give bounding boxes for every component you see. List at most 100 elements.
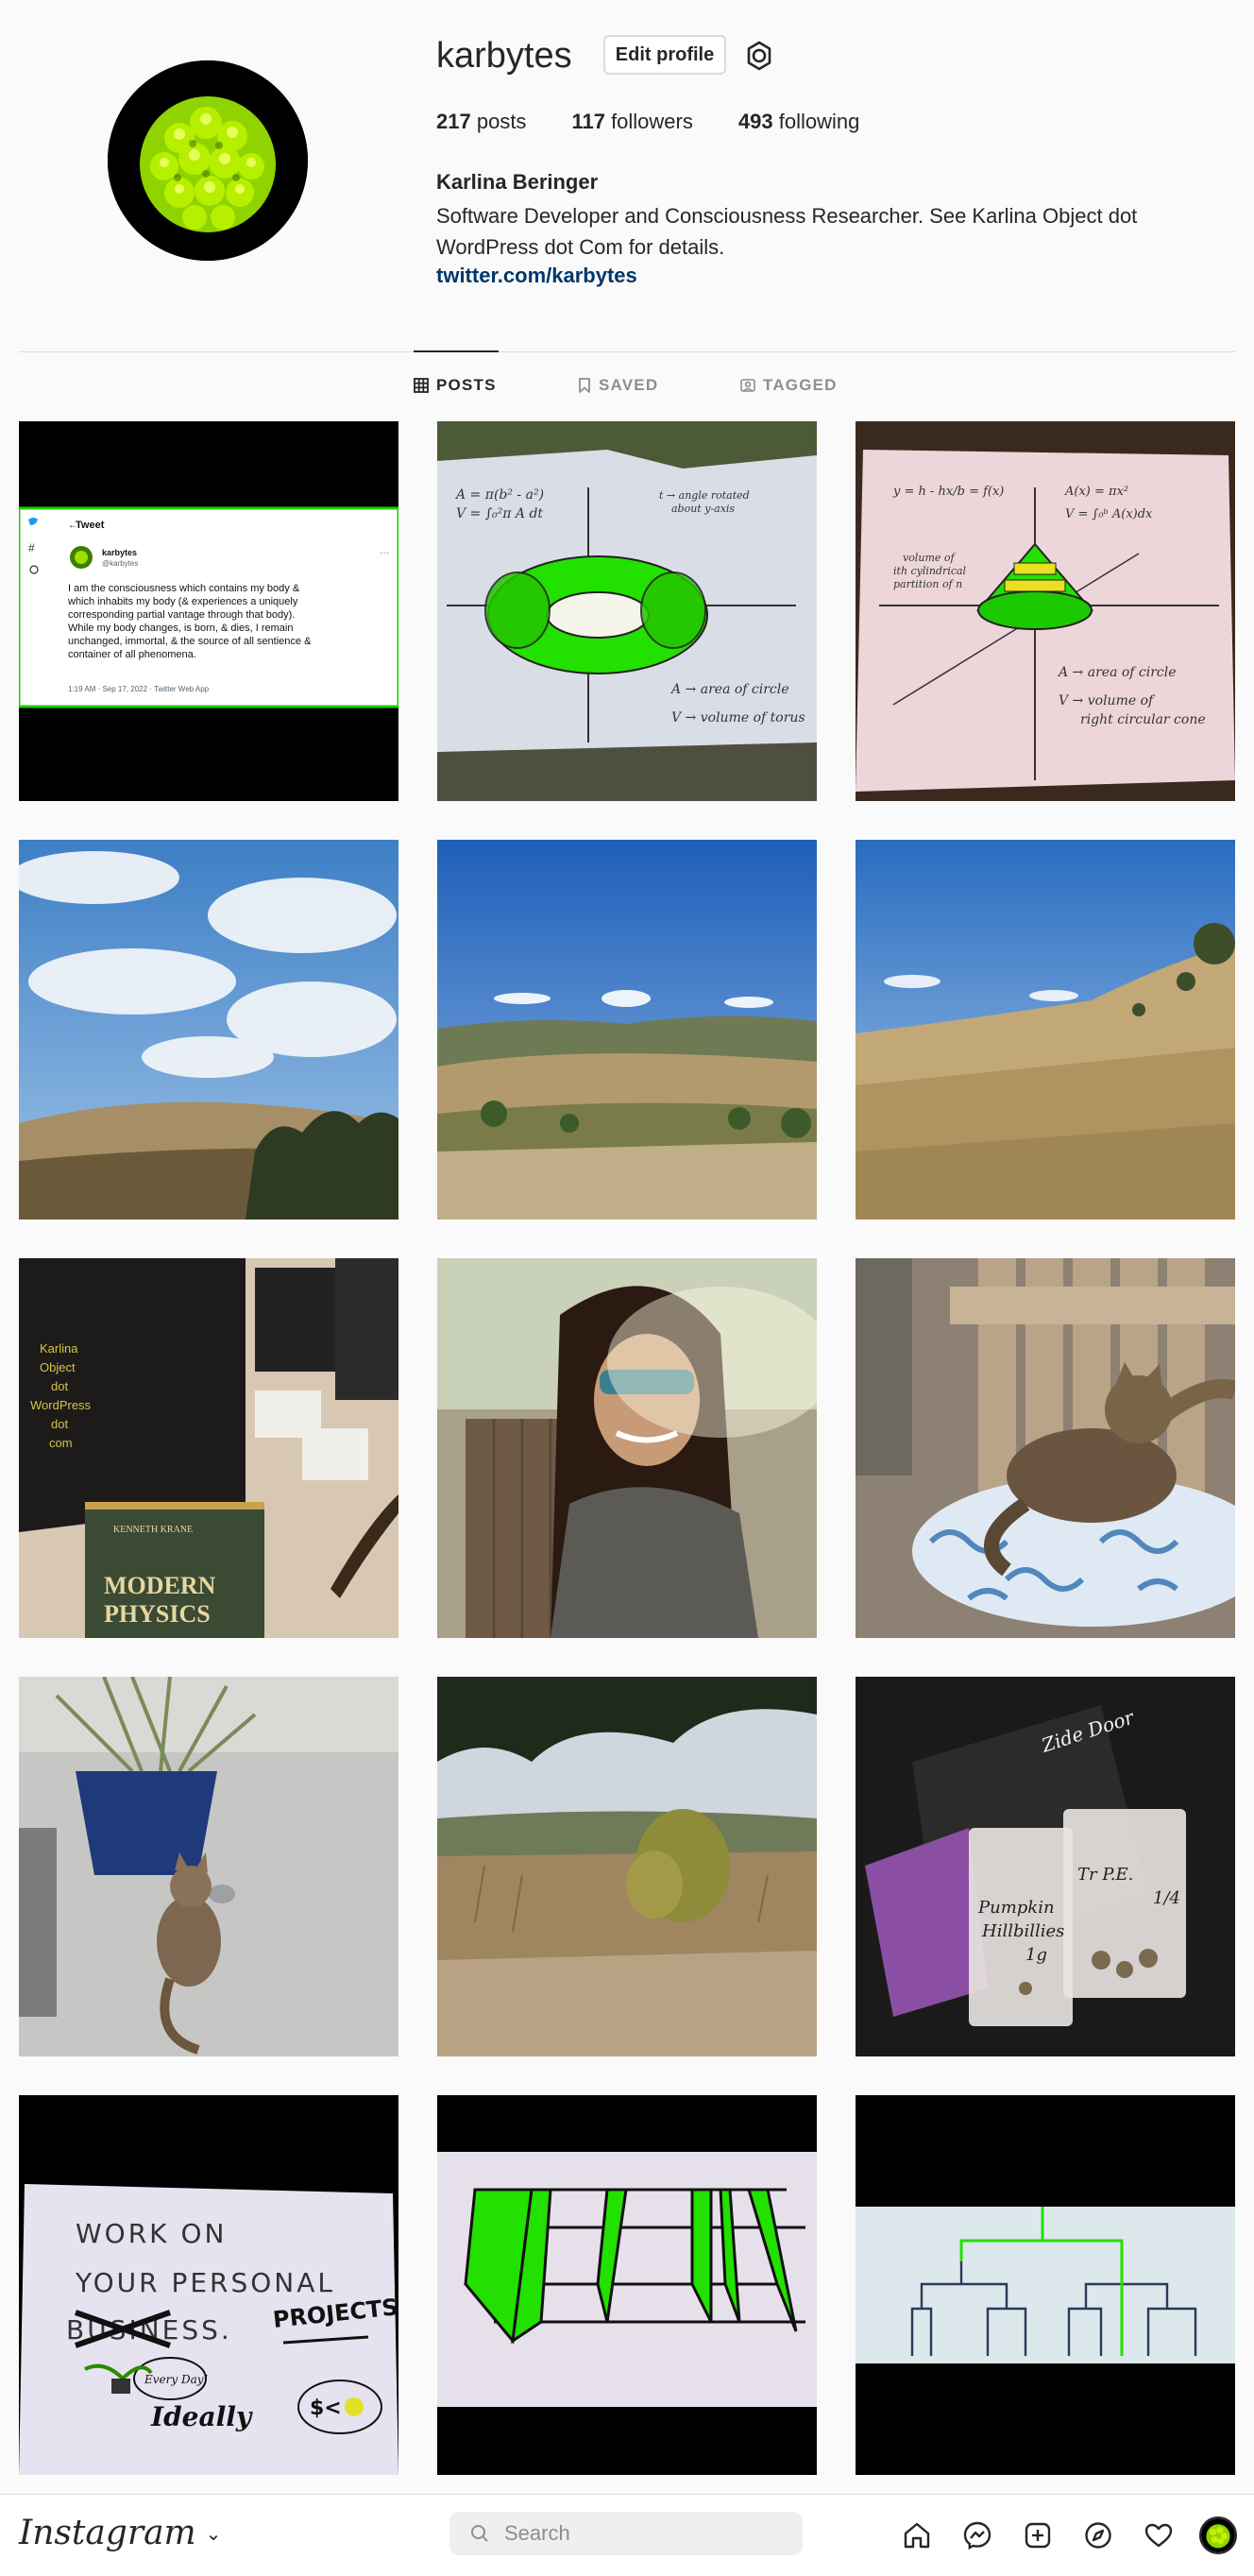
post-tree-diagram[interactable]	[856, 2095, 1235, 2475]
home-icon[interactable]	[897, 2516, 937, 2555]
posts-count-stat: 217 posts	[436, 110, 526, 134]
cone-sum-note-3: partition of n	[893, 578, 962, 590]
tab-tagged-label: TAGGED	[763, 376, 838, 394]
explore-icon[interactable]	[1078, 2516, 1118, 2555]
post-shirt-and-book[interactable]: Karlina Object dot WordPress dot com KEN…	[19, 1258, 398, 1638]
profile-website-link[interactable]: twitter.com/karbytes	[436, 264, 637, 288]
profile-bio: Software Developer and Consciousness Res…	[436, 204, 1138, 259]
tweet-line-3: corresponding partial vantage through th…	[68, 609, 295, 621]
post-valley-landscape[interactable]	[437, 840, 817, 1220]
search-icon	[471, 2525, 488, 2542]
svg-text:#: #	[28, 541, 35, 554]
tabs-divider	[19, 351, 1235, 352]
post-green-prisms-drawing[interactable]	[437, 2095, 817, 2475]
shirt-text-6: com	[49, 1436, 73, 1450]
edit-profile-button[interactable]: Edit profile	[603, 35, 726, 75]
sign-line-2: YOUR PERSONAL	[75, 2267, 335, 2298]
search-box[interactable]	[449, 2512, 803, 2555]
tweet-line-6: container of all phenomena.	[68, 649, 196, 660]
instagram-logo-switcher[interactable]: Instagram ⌄	[19, 2514, 221, 2552]
instagram-wordmark: Instagram	[19, 2514, 196, 2552]
profile-stats: 217 posts 117 followers 493 following	[436, 110, 905, 134]
posts-label: posts	[476, 110, 527, 133]
tab-tagged[interactable]: TAGGED	[740, 376, 838, 395]
post-torus-diagram[interactable]: A = π(b² - a²) V = ∫₀²π A dt t → angle r…	[437, 421, 817, 801]
shirt-text-3: dot	[51, 1379, 68, 1393]
following-count[interactable]: 493	[738, 110, 773, 133]
tweet-line-4: While my body changes, is born, & dies, …	[68, 623, 293, 634]
cone-sum-note-1: volume of	[903, 552, 956, 564]
activity-heart-icon[interactable]	[1139, 2516, 1178, 2555]
packet-label-2: Hillbillies	[981, 1921, 1064, 1941]
tweet-line-1: I am the consciousness which contains my…	[68, 583, 300, 594]
sign-footer-text: Ideally	[150, 2401, 253, 2432]
shirt-text-1: Karlina	[40, 1341, 78, 1356]
post-autumn-field[interactable]	[437, 1677, 817, 2056]
grid-icon	[414, 378, 429, 393]
followers-label[interactable]: followers	[611, 110, 693, 133]
torus-formula-volume: V = ∫₀²π A dt	[456, 506, 543, 521]
torus-formula-area: A = π(b² - a²)	[454, 487, 544, 503]
book-author: KENNETH KRANE	[113, 1525, 193, 1535]
book-title-2: PHYSICS	[104, 1600, 211, 1628]
packet-label-1: Pumpkin	[977, 1898, 1055, 1918]
search-input[interactable]	[504, 2521, 769, 2546]
cone-formula-line: y = h - hx/b = f(x)	[892, 485, 1004, 499]
following-stat[interactable]: 493 following	[738, 110, 859, 134]
tweet-line-5: unchanged, immortal, & the source of all…	[68, 636, 312, 647]
following-label[interactable]: following	[779, 110, 860, 133]
svg-text:$<: $<	[310, 2397, 342, 2420]
cone-formula-volume: V = ∫₀ᵇ A(x)dx	[1065, 507, 1153, 521]
profile-tabs: POSTS SAVED TAGGED	[0, 376, 1254, 399]
tab-saved[interactable]: SAVED	[578, 376, 658, 395]
post-kitten-and-plant[interactable]	[19, 1677, 398, 2056]
tweet-author-name: karbytes	[102, 548, 137, 557]
profile-avatar[interactable]	[108, 60, 308, 261]
followers-count[interactable]: 117	[571, 110, 605, 133]
settings-gear-icon[interactable]	[740, 37, 778, 75]
sign-bubble-text: Every Day!	[144, 2373, 209, 2386]
torus-angle-note-1: t → angle rotated	[659, 489, 750, 502]
packet-label-4: Tr P.E.	[1077, 1865, 1133, 1885]
tab-posts[interactable]: POSTS	[414, 376, 497, 395]
tweet-line-2: which inhabits my body (& experiences a …	[67, 596, 298, 607]
packet-label-5: 1/4	[1153, 1888, 1180, 1908]
new-post-icon[interactable]	[1018, 2516, 1058, 2555]
post-golden-hills[interactable]	[856, 840, 1235, 1220]
profile-avatar-nav[interactable]	[1199, 2516, 1237, 2554]
torus-legend-volume: V → volume of torus	[671, 710, 805, 725]
cone-legend-area: A → area of circle	[1057, 665, 1177, 680]
tab-posts-label: POSTS	[436, 376, 497, 394]
cone-sum-note-2: ith cylindrical	[893, 565, 967, 577]
post-tweet-screenshot[interactable]: Tweet ← # karbytes @karbytes ··· I am th…	[19, 421, 398, 801]
tab-saved-label: SAVED	[599, 376, 659, 394]
profile-header: karbytes Edit profile 217 posts 117 foll…	[0, 0, 1254, 351]
profile-full-name: Karlina Beringer	[436, 170, 599, 194]
cone-legend-volume: V → volume of	[1059, 693, 1156, 708]
post-clouds-hillside[interactable]	[19, 840, 398, 1220]
shirt-text-4: WordPress	[30, 1398, 92, 1412]
post-cat-on-cushion[interactable]	[856, 1258, 1235, 1638]
svg-text:···: ···	[380, 548, 389, 558]
chevron-down-icon: ⌄	[205, 2521, 222, 2545]
tweet-author-handle: @karbytes	[102, 559, 138, 568]
nav-icons	[897, 2516, 1237, 2555]
followers-stat[interactable]: 117 followers	[571, 110, 692, 134]
bottom-navigation-bar: Instagram ⌄	[0, 2494, 1254, 2576]
messenger-icon[interactable]	[957, 2516, 997, 2555]
tweet-header-text: Tweet	[76, 520, 105, 531]
post-selfie[interactable]	[437, 1258, 817, 1638]
packet-label-3: 1g	[1025, 1945, 1047, 1965]
profile-username: karbytes	[436, 36, 572, 76]
active-tab-indicator	[414, 350, 499, 352]
shirt-text-2: Object	[40, 1360, 76, 1374]
bookmark-icon	[579, 378, 590, 393]
tag-person-icon	[740, 379, 755, 392]
torus-angle-note-2: about y-axis	[671, 503, 735, 515]
svg-text:←: ←	[68, 520, 77, 531]
post-cone-diagram[interactable]: y = h - hx/b = f(x) A(x) = πx² V = ∫₀ᵇ A…	[856, 421, 1235, 801]
book-title-1: MODERN	[104, 1572, 216, 1599]
torus-legend-area: A → area of circle	[669, 682, 789, 697]
post-zide-door-packets[interactable]: Zide Door Pumpkin Hillbillies 1g Tr P.E.…	[856, 1677, 1235, 2056]
post-work-on-projects-sign[interactable]: WORK ON YOUR PERSONAL BUSINESS. PROJECTS…	[19, 2095, 398, 2475]
